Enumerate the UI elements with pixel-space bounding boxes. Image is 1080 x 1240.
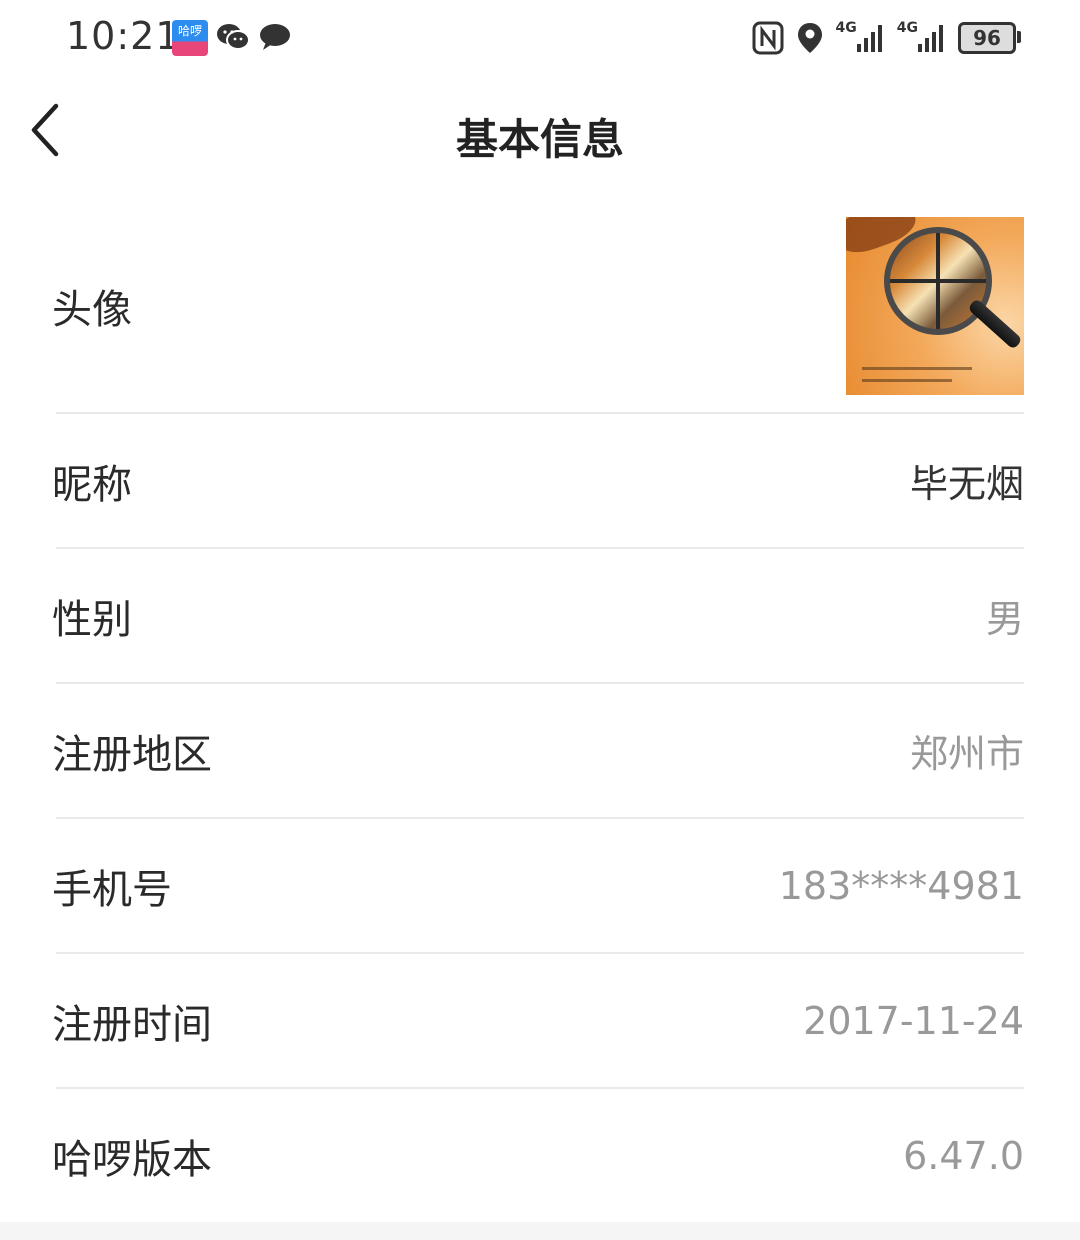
network-type-2: 4G <box>896 20 918 36</box>
halo-app-icon: 哈啰 <box>172 20 208 56</box>
app-badge-text: 哈啰 <box>177 24 202 38</box>
avatar[interactable] <box>846 217 1024 395</box>
page-title: 基本信息 <box>455 115 624 164</box>
signal-icon <box>918 25 943 52</box>
avatar-caption-line <box>862 379 952 382</box>
info-list: 头像 昵称 毕无烟 性别 男 注册地区 郑州市 手机号 183****4981 … <box>0 200 1080 1222</box>
header: 基本信息 <box>0 80 1080 190</box>
status-time: 10:21 <box>66 14 181 58</box>
battery-level: 96 <box>973 26 1001 50</box>
avatar-label: 头像 <box>52 287 132 333</box>
magnifier-handle <box>967 298 1023 350</box>
nickname-row[interactable]: 昵称 毕无烟 <box>52 414 1024 549</box>
region-value: 郑州市 <box>909 732 1024 776</box>
magnifier-lens <box>884 227 992 335</box>
gender-value: 男 <box>985 597 1024 641</box>
region-label: 注册地区 <box>52 731 212 778</box>
bottom-strip <box>0 1222 1080 1240</box>
registration-time-value: 2017-11-24 <box>803 998 1024 1043</box>
nickname-value: 毕无烟 <box>909 462 1024 506</box>
gender-row: 性别 男 <box>52 549 1024 684</box>
status-icons: 4G 4G 96 <box>752 18 1021 58</box>
region-row: 注册地区 郑州市 <box>52 684 1024 819</box>
phone-label: 手机号 <box>52 866 172 913</box>
app-version-row: 哈啰版本 6.47.0 <box>52 1089 1024 1222</box>
app-version-label: 哈啰版本 <box>52 1136 212 1183</box>
nickname-label: 昵称 <box>52 461 132 508</box>
registration-time-label: 注册时间 <box>52 1001 212 1048</box>
registration-time-row: 注册时间 2017-11-24 <box>52 954 1024 1089</box>
wechat-icon <box>217 24 250 50</box>
status-bar: 10:21 哈啰 4G 4G 96 <box>0 0 1080 80</box>
nfc-icon <box>752 21 784 55</box>
network-type-1: 4G <box>835 20 857 36</box>
avatar-row[interactable]: 头像 <box>52 200 1024 414</box>
battery-icon: 96 <box>958 22 1021 54</box>
location-icon <box>797 23 822 53</box>
phone-value: 183****4981 <box>778 863 1024 908</box>
phone-row: 手机号 183****4981 <box>52 819 1024 954</box>
avatar-caption-line <box>862 367 972 370</box>
signal-icon <box>856 25 882 52</box>
app-version-value: 6.47.0 <box>903 1133 1024 1178</box>
message-icon <box>260 24 290 50</box>
gender-label: 性别 <box>52 596 132 643</box>
